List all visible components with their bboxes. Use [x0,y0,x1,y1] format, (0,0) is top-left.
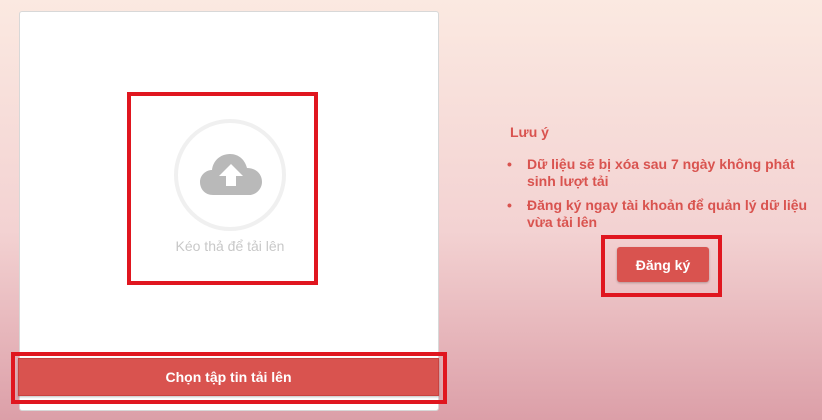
choose-file-highlight [11,352,447,404]
note-item-text: Dữ liệu sẽ bị xóa sau 7 ngày không phát … [527,156,795,189]
note-title: Lưu ý [510,124,549,140]
bullet-icon: • [507,197,512,213]
note-item-text: Đăng ký ngay tài khoản để quản lý dữ liệ… [527,197,808,230]
note-item: • Dữ liệu sẽ bị xóa sau 7 ngày không phá… [507,156,817,190]
note-list: • Dữ liệu sẽ bị xóa sau 7 ngày không phá… [507,156,817,238]
bullet-icon: • [507,156,512,172]
dropzone-highlight[interactable] [127,92,318,285]
note-item: • Đăng ký ngay tài khoản để quản lý dữ l… [507,197,817,231]
register-highlight [601,235,722,297]
